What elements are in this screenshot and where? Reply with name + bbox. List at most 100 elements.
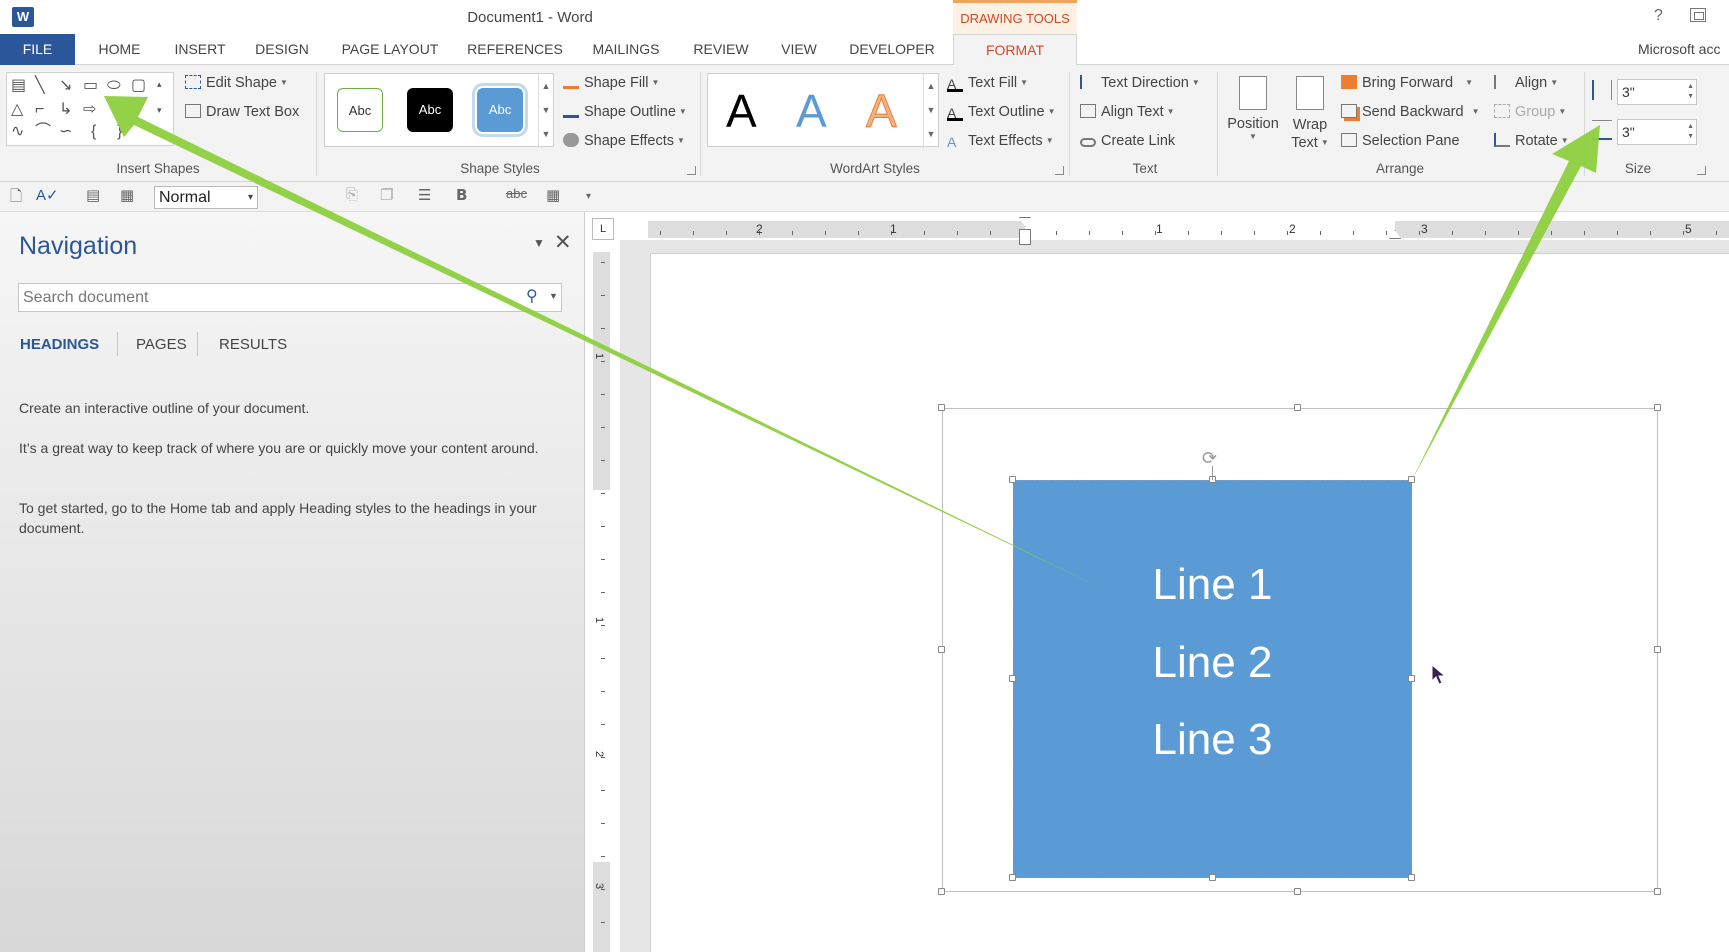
group-button[interactable]: Group ▼: [1494, 101, 1566, 123]
block-arrow-shape-icon[interactable]: ⇨: [83, 101, 96, 119]
create-link-button[interactable]: Create Link: [1080, 130, 1175, 152]
resize-handle[interactable]: [1009, 675, 1016, 682]
new-document-icon[interactable]: 🗋: [10, 186, 22, 211]
shape-width-field[interactable]: 3" ▲ ▼: [1617, 119, 1697, 145]
selection-pane-button[interactable]: Selection Pane: [1341, 130, 1460, 152]
strikethrough-icon[interactable]: abc: [506, 186, 527, 201]
align-text-button[interactable]: Align Text ▼: [1080, 101, 1175, 123]
text-fill-button[interactable]: A Text Fill ▼: [947, 72, 1028, 94]
tab-results[interactable]: RESULTS: [219, 336, 287, 353]
wordart-gallery[interactable]: A A A ▲ ▼ ▼: [707, 73, 939, 148]
close-brace-shape-icon[interactable]: }: [117, 123, 122, 141]
tab-view[interactable]: VIEW: [774, 34, 824, 65]
shape-outline-button[interactable]: Shape Outline ▼: [563, 101, 687, 123]
draw-text-box-button[interactable]: Draw Text Box: [185, 101, 299, 123]
shapes-gallery[interactable]: ▤ ╲ ↘ ▭ ⬭ ▢ △ ⌐ ↳ ⇨ ∿ ⌒ ∽ { } ▴ ▾: [6, 72, 174, 146]
spelling-icon[interactable]: A✓: [36, 186, 59, 204]
rotate-handle-icon[interactable]: ⟳: [1202, 448, 1217, 469]
curve-shape-icon[interactable]: ∽: [59, 123, 72, 141]
wrap-text-button[interactable]: Wrap Text ▼: [1286, 72, 1334, 164]
resize-handle[interactable]: [1009, 874, 1016, 881]
copy-icon[interactable]: ❐: [380, 186, 393, 204]
resize-handle[interactable]: [1654, 646, 1661, 653]
align-button[interactable]: Align ▼: [1494, 72, 1558, 94]
gallery-more-icon[interactable]: ▼: [539, 122, 553, 146]
word-logo-icon[interactable]: W: [12, 7, 34, 27]
left-indent-marker[interactable]: [1019, 229, 1031, 245]
resize-handle[interactable]: [1009, 476, 1016, 483]
wordart-style-blue[interactable]: A: [796, 84, 827, 138]
scroll-down-icon[interactable]: ▼: [539, 98, 553, 122]
account-label[interactable]: Microsoft acc: [1638, 34, 1720, 65]
search-input[interactable]: [18, 283, 562, 312]
search-icon[interactable]: ⚲: [526, 286, 538, 306]
oval-shape-icon[interactable]: ⬭: [107, 77, 121, 95]
scroll-up-icon[interactable]: ▲: [539, 74, 553, 98]
tab-design[interactable]: DESIGN: [246, 34, 318, 65]
resize-handle[interactable]: [1654, 404, 1661, 411]
shape-fill-button[interactable]: Shape Fill ▼: [563, 72, 659, 94]
text-outline-button[interactable]: A Text Outline ▼: [947, 101, 1056, 123]
shape-styles-scroll[interactable]: ▲ ▼ ▼: [538, 74, 553, 148]
bold-icon[interactable]: B: [456, 186, 467, 204]
resize-handle[interactable]: [938, 888, 945, 895]
tab-headings[interactable]: HEADINGS: [20, 336, 99, 353]
tab-mailings[interactable]: MAILINGS: [584, 34, 668, 65]
wordart-style-black[interactable]: A: [726, 84, 757, 138]
spinner-icon[interactable]: ▲ ▼: [1687, 82, 1694, 102]
tab-insert[interactable]: INSERT: [164, 34, 236, 65]
arrow-line-shape-icon[interactable]: ↘: [59, 77, 72, 95]
search-options-icon[interactable]: ▼: [549, 291, 558, 301]
shape-text-line[interactable]: Line 3: [1013, 715, 1412, 765]
line-shape-icon[interactable]: ╲: [35, 77, 45, 95]
text-effects-button[interactable]: A Text Effects ▼: [947, 130, 1054, 152]
tab-developer[interactable]: DEVELOPER: [842, 34, 942, 65]
wordart-style-orange[interactable]: A: [866, 84, 898, 138]
shape-height-field[interactable]: 3" ▲ ▼: [1617, 79, 1697, 105]
resize-handle[interactable]: [1294, 888, 1301, 895]
rotate-button[interactable]: Rotate ▼: [1494, 130, 1569, 152]
gallery-more-icon[interactable]: ▼: [924, 122, 938, 146]
rectangle-shape-icon[interactable]: ▭: [83, 77, 98, 95]
tab-selector[interactable]: L: [592, 218, 614, 240]
triangle-shape-icon[interactable]: △: [11, 101, 23, 119]
shape-style-swatch-black[interactable]: Abc: [407, 88, 453, 132]
rounded-rectangle-shape-icon[interactable]: ▢: [131, 77, 146, 95]
style-select[interactable]: Normal: [154, 186, 258, 209]
shape-effects-button[interactable]: Shape Effects ▼: [563, 130, 685, 152]
format-painter-icon[interactable]: ⎘: [346, 186, 358, 203]
freeform-shape-icon[interactable]: ∿: [11, 123, 24, 141]
shape-styles-gallery[interactable]: Abc Abc Abc ▲ ▼ ▼: [324, 73, 554, 148]
pane-options-icon[interactable]: ▼: [533, 236, 545, 250]
text-box-shape-icon[interactable]: ▤: [11, 77, 26, 95]
ribbon-display-options-icon[interactable]: [1690, 8, 1706, 22]
bullets-icon[interactable]: ☰: [418, 186, 431, 204]
wordart-scroll[interactable]: ▲ ▼ ▼: [923, 74, 938, 148]
resize-handle[interactable]: [1408, 675, 1415, 682]
resize-handle[interactable]: [1209, 874, 1216, 881]
resize-handle[interactable]: [938, 646, 945, 653]
shape-style-swatch-outline[interactable]: Abc: [337, 88, 383, 132]
close-icon[interactable]: ✕: [554, 230, 572, 255]
resize-handle[interactable]: [1654, 888, 1661, 895]
edit-shape-button[interactable]: Edit Shape ▼: [185, 72, 288, 94]
dialog-launcher-icon[interactable]: [1055, 166, 1064, 175]
position-button[interactable]: Position ▼: [1224, 72, 1282, 164]
elbow-connector-shape-icon[interactable]: ⌐: [35, 101, 44, 119]
arc-shape-icon[interactable]: ⌒: [35, 123, 51, 141]
table-icon[interactable]: ▦: [546, 186, 560, 204]
scroll-down-icon[interactable]: ▼: [924, 98, 938, 122]
scroll-up-icon[interactable]: ▲: [924, 74, 938, 98]
elbow-arrow-shape-icon[interactable]: ↳: [59, 101, 72, 119]
resize-handle[interactable]: [938, 404, 945, 411]
bring-forward-button[interactable]: Bring Forward ▼: [1341, 72, 1473, 94]
shape-text-line[interactable]: Line 1: [1013, 560, 1412, 610]
dialog-launcher-icon[interactable]: [687, 166, 696, 175]
spinner-icon[interactable]: ▲ ▼: [1687, 122, 1694, 142]
tab-file[interactable]: FILE: [0, 34, 75, 65]
tab-pages[interactable]: PAGES: [136, 336, 187, 353]
tab-format[interactable]: FORMAT: [953, 34, 1077, 66]
resize-handle[interactable]: [1294, 404, 1301, 411]
shape-text-line[interactable]: Line 2: [1013, 638, 1412, 688]
dialog-launcher-icon[interactable]: [1697, 166, 1706, 175]
